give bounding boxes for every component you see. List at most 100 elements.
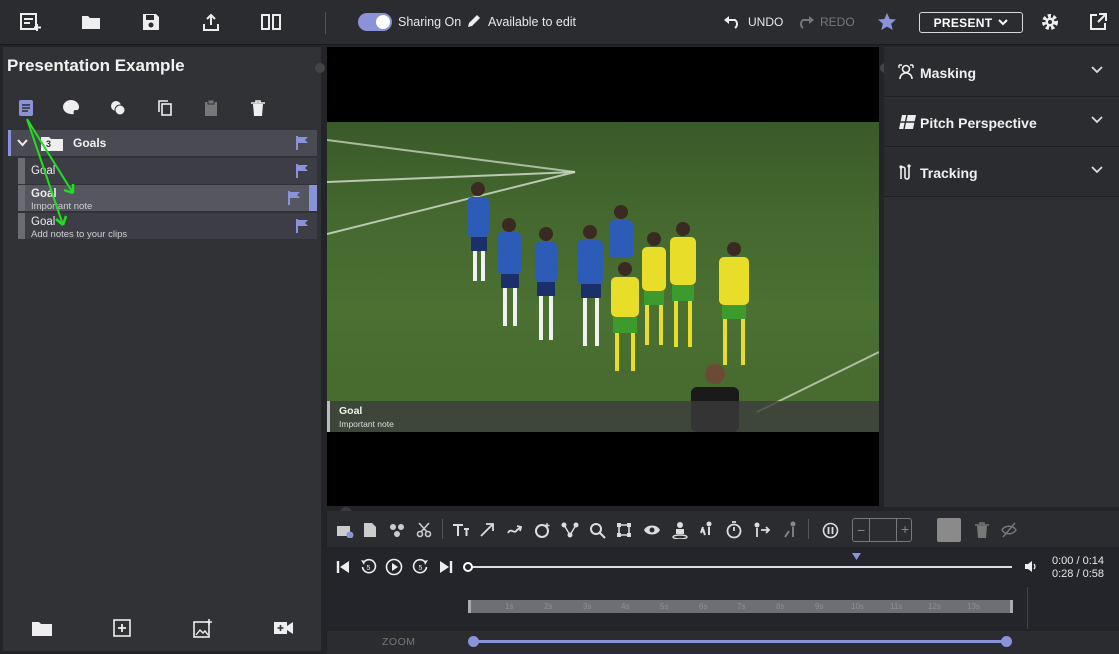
open-folder-icon[interactable]: [79, 10, 103, 34]
skip-back-icon[interactable]: [336, 560, 350, 579]
star-icon[interactable]: [877, 12, 897, 37]
accordion-pitch-perspective[interactable]: Pitch Perspective: [884, 98, 1119, 147]
pencil-icon: [466, 14, 481, 34]
camera-icon[interactable]: [335, 520, 355, 540]
time-total: 0:28 / 0:58: [1052, 568, 1104, 580]
tools-divider: [808, 519, 809, 539]
tools-divider: [442, 519, 443, 539]
add-clip-icon[interactable]: [113, 619, 131, 642]
zoom-bar: ZOOM: [327, 631, 1119, 654]
tick-label: 2s: [544, 602, 553, 611]
tick-label: 1s: [505, 602, 514, 611]
zoom-track[interactable]: [474, 640, 1006, 643]
accordion-label: Tracking: [920, 165, 978, 181]
minus-icon[interactable]: −: [857, 522, 865, 538]
tick-label: 13s: [967, 602, 980, 611]
magnifier-icon[interactable]: [587, 520, 607, 540]
progress-handle[interactable]: [463, 562, 473, 572]
arrow-tool-icon[interactable]: [477, 520, 497, 540]
tick-label: 8s: [776, 602, 785, 611]
edit-status-label: Available to edit: [488, 15, 577, 29]
svg-text:5: 5: [419, 565, 423, 572]
zoom-label: ZOOM: [382, 636, 416, 648]
add-image-icon[interactable]: [193, 619, 213, 643]
accordion-tracking[interactable]: Tracking: [884, 148, 1119, 197]
timer-icon[interactable]: [724, 520, 744, 540]
document-icon[interactable]: [360, 520, 380, 540]
tick-label: 10s: [851, 602, 864, 611]
effects-panel: Masking Pitch Perspective Tracking: [880, 47, 1119, 507]
zoom-handle-end[interactable]: [1001, 636, 1012, 647]
hide-drawings-icon[interactable]: [999, 520, 1019, 540]
pause-icon[interactable]: [820, 520, 840, 540]
split-view-icon[interactable]: [259, 10, 283, 34]
scissors-icon[interactable]: [414, 520, 434, 540]
caption-title: Goal: [339, 405, 363, 417]
new-folder-icon[interactable]: [32, 621, 52, 641]
circle-tool-icon[interactable]: [532, 520, 552, 540]
volume-icon[interactable]: [1024, 560, 1039, 578]
video-frame[interactable]: Goal Important note: [327, 122, 879, 432]
redo-icon[interactable]: [797, 15, 815, 34]
clip-caption-overlay: Goal Important note: [327, 401, 879, 432]
player-highlight-icon[interactable]: [779, 520, 799, 540]
delete-drawing-icon[interactable]: [972, 520, 992, 540]
player-run-icon[interactable]: [752, 520, 772, 540]
link-players-icon[interactable]: [560, 520, 580, 540]
sharing-toggle[interactable]: [358, 13, 392, 31]
polygon-tool-icon[interactable]: [614, 520, 634, 540]
accordion-label: Pitch Perspective: [920, 115, 1037, 131]
zoom-handle-start[interactable]: [468, 636, 479, 647]
plus-icon[interactable]: +: [901, 521, 909, 537]
clips-panel: Presentation Example 3 Goals Goal Goal I…: [3, 47, 325, 651]
tick-label: 3s: [583, 602, 592, 611]
redo-button[interactable]: REDO: [820, 15, 855, 29]
tick-label: 9s: [815, 602, 824, 611]
chevron-down-icon: [1091, 166, 1103, 174]
skip-forward-icon[interactable]: [439, 560, 453, 579]
toolbar-divider: [325, 12, 326, 34]
timeline: 1s 2s 3s 4s 5s 6s 7s 8s 9s 10s 11s 12s 1…: [327, 587, 1119, 629]
color-swatch[interactable]: [937, 518, 961, 542]
text-tool-icon[interactable]: [451, 520, 471, 540]
new-presentation-icon[interactable]: [19, 10, 43, 34]
share-upload-icon[interactable]: [199, 10, 223, 34]
present-label: PRESENT: [933, 15, 993, 30]
duration-input[interactable]: [869, 519, 897, 541]
group-icon[interactable]: [387, 520, 407, 540]
tracking-icon: [899, 164, 911, 180]
tick-label: 7s: [737, 602, 746, 611]
player-move-icon[interactable]: [697, 520, 717, 540]
sharing-label: Sharing On: [398, 15, 462, 29]
eye-icon[interactable]: [642, 520, 662, 540]
chevron-down-icon: [1091, 66, 1103, 74]
pitch-markings: [327, 139, 879, 432]
save-icon[interactable]: [139, 10, 163, 34]
curved-arrow-icon[interactable]: [505, 520, 525, 540]
tick-label: 6s: [699, 602, 708, 611]
external-link-icon[interactable]: [1089, 13, 1107, 36]
add-video-icon[interactable]: [274, 621, 294, 640]
tick-label: 4s: [621, 602, 630, 611]
duration-stepper[interactable]: − +: [852, 518, 912, 542]
time-current: 0:00 / 0:14: [1052, 555, 1104, 567]
undo-icon[interactable]: [723, 15, 741, 34]
video-player[interactable]: Goal Important note: [327, 47, 879, 506]
pitch-perspective-icon: [899, 114, 916, 130]
rewind-5-icon[interactable]: 5: [360, 558, 377, 580]
chevron-down-icon: [1091, 116, 1103, 124]
top-toolbar: Sharing On Available to edit UNDO REDO P…: [0, 0, 1119, 45]
progress-track[interactable]: [468, 566, 1012, 568]
play-icon[interactable]: [385, 558, 403, 581]
annotation-arrows: [26, 118, 75, 226]
spotlight-icon[interactable]: [670, 520, 690, 540]
undo-button[interactable]: UNDO: [748, 15, 783, 29]
tick-label: 12s: [928, 602, 941, 611]
present-button[interactable]: PRESENT: [919, 12, 1023, 33]
timeline-ruler[interactable]: 1s 2s 3s 4s 5s 6s 7s 8s 9s 10s 11s 12s 1…: [468, 600, 1013, 613]
forward-5-icon[interactable]: 5: [412, 558, 429, 580]
accordion-masking[interactable]: Masking: [884, 48, 1119, 97]
chevron-down-icon: [998, 19, 1009, 26]
playhead-marker-icon[interactable]: [852, 553, 861, 560]
gear-icon[interactable]: [1040, 12, 1060, 37]
